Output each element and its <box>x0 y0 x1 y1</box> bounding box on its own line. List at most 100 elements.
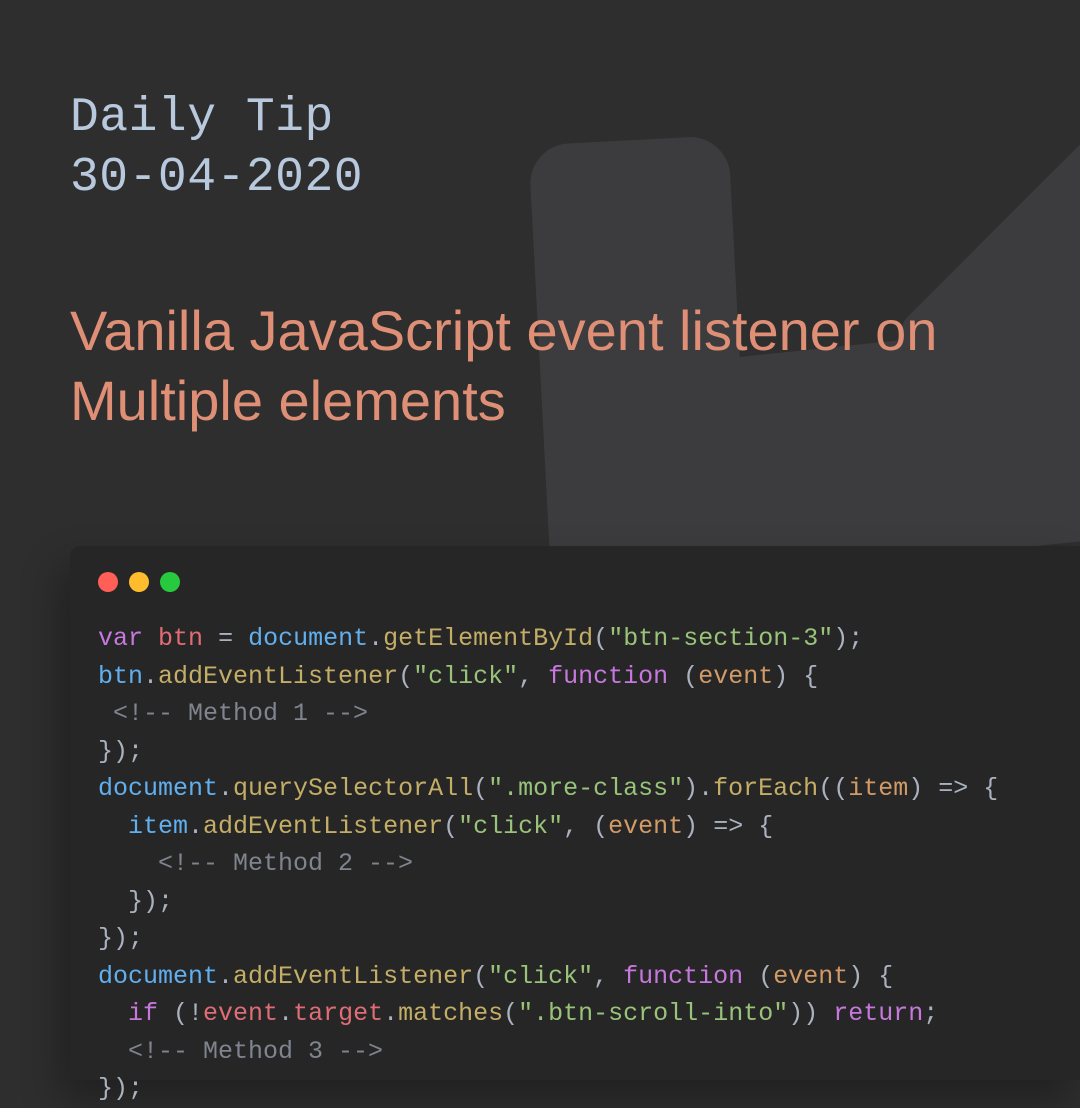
code-token-kw: function <box>623 962 743 991</box>
code-token-op <box>233 624 248 653</box>
window-traffic-lights <box>98 572 1052 592</box>
eyebrow: Daily Tip 30-04-2020 <box>70 88 363 208</box>
code-token-arg: event <box>773 962 848 991</box>
code-token-op: }); <box>98 924 143 953</box>
code-line: }); <box>98 920 1052 958</box>
code-token-op: . <box>218 962 233 991</box>
code-token-op: (( <box>818 774 848 803</box>
maximize-icon <box>160 572 180 592</box>
code-line: <!-- Method 2 --> <box>98 845 1052 883</box>
code-token-op: ( <box>473 962 488 991</box>
code-token-op: ); <box>833 624 863 653</box>
code-token-op: ( <box>743 962 773 991</box>
code-token-fn: matches <box>398 999 503 1028</box>
close-icon <box>98 572 118 592</box>
code-token-obj: document <box>98 962 218 991</box>
code-token-cmt: <!-- Method 3 --> <box>128 1037 383 1066</box>
code-token-op: . <box>383 999 398 1028</box>
code-token-op: }); <box>98 887 173 916</box>
code-token-cmt: <!-- Method 1 --> <box>113 699 368 728</box>
code-token-op: )) <box>788 999 833 1028</box>
code-token-arg: item <box>848 774 908 803</box>
code-block: var btn = document.getElementById("btn-s… <box>98 620 1052 1108</box>
code-token-op: ; <box>923 999 938 1028</box>
code-token-var: btn <box>158 624 203 653</box>
code-token-obj: item <box>128 812 188 841</box>
code-token-arg: event <box>698 662 773 691</box>
code-token-kw: if <box>128 999 158 1028</box>
code-token-str: ".more-class" <box>488 774 683 803</box>
code-token-arg: event <box>608 812 683 841</box>
code-token-var: event <box>203 999 278 1028</box>
code-token-op <box>98 1037 128 1066</box>
code-token-fn: getElementById <box>383 624 593 653</box>
code-token-op <box>143 624 158 653</box>
code-token-obj: document <box>248 624 368 653</box>
code-token-op: ( <box>398 662 413 691</box>
code-token-kw: return <box>833 999 923 1028</box>
code-token-obj: btn <box>98 662 143 691</box>
code-token-op: }); <box>98 1074 143 1103</box>
code-token-op: . <box>368 624 383 653</box>
code-token-op: => <box>938 774 968 803</box>
code-token-op: ). <box>683 774 713 803</box>
eyebrow-line-1: Daily Tip <box>70 88 363 148</box>
code-token-op: ) { <box>773 662 818 691</box>
code-token-cmt: <!-- Method 2 --> <box>158 849 413 878</box>
code-line: <!-- Method 1 --> <box>98 695 1052 733</box>
code-token-str: "click" <box>488 962 593 991</box>
code-token-op <box>98 812 128 841</box>
code-token-str: "click" <box>458 812 563 841</box>
code-token-str: ".btn-scroll-into" <box>518 999 788 1028</box>
code-token-kw: function <box>548 662 668 691</box>
code-line: }); <box>98 733 1052 771</box>
code-line: <!-- Method 3 --> <box>98 1033 1052 1071</box>
code-token-op: . <box>218 774 233 803</box>
code-token-op: => <box>713 812 743 841</box>
headline: Vanilla JavaScript event listener on Mul… <box>70 296 1040 436</box>
code-line: }); <box>98 883 1052 921</box>
code-token-var: target <box>293 999 383 1028</box>
code-token-fn: addEventListener <box>158 662 398 691</box>
eyebrow-line-2: 30-04-2020 <box>70 148 363 208</box>
code-token-fn: querySelectorAll <box>233 774 473 803</box>
code-token-op: ( <box>443 812 458 841</box>
code-token-op: (! <box>158 999 203 1028</box>
code-token-fn: addEventListener <box>203 812 443 841</box>
code-line: document.querySelectorAll(".more-class")… <box>98 770 1052 808</box>
code-token-op <box>98 999 128 1028</box>
code-line: var btn = document.getElementById("btn-s… <box>98 620 1052 658</box>
code-token-obj: document <box>98 774 218 803</box>
code-line: btn.addEventListener("click", function (… <box>98 658 1052 696</box>
code-token-fn: forEach <box>713 774 818 803</box>
code-token-op: { <box>968 774 998 803</box>
code-token-op: { <box>743 812 773 841</box>
code-token-op: ( <box>668 662 698 691</box>
code-token-op: . <box>188 812 203 841</box>
code-token-str: "click" <box>413 662 518 691</box>
code-line: }); <box>98 1070 1052 1108</box>
code-token-str: "btn-section-3" <box>608 624 833 653</box>
code-token-kw: var <box>98 624 143 653</box>
code-token-op: , ( <box>563 812 608 841</box>
code-token-op: ( <box>593 624 608 653</box>
code-token-op: ( <box>473 774 488 803</box>
code-line: item.addEventListener("click", (event) =… <box>98 808 1052 846</box>
code-line: document.addEventListener("click", funct… <box>98 958 1052 996</box>
code-token-op: , <box>593 962 623 991</box>
code-token-op: . <box>143 662 158 691</box>
minimize-icon <box>129 572 149 592</box>
code-token-op: ) <box>683 812 713 841</box>
code-token-op: . <box>278 999 293 1028</box>
code-token-op <box>203 624 218 653</box>
code-token-op: }); <box>98 737 143 766</box>
code-card: var btn = document.getElementById("btn-s… <box>70 546 1080 1080</box>
code-token-op <box>98 699 113 728</box>
code-token-op: = <box>218 624 233 653</box>
code-token-op: ) { <box>848 962 893 991</box>
code-token-op: ) <box>908 774 938 803</box>
code-line: if (!event.target.matches(".btn-scroll-i… <box>98 995 1052 1033</box>
code-token-op <box>98 849 158 878</box>
code-token-fn: addEventListener <box>233 962 473 991</box>
code-token-op: , <box>518 662 548 691</box>
